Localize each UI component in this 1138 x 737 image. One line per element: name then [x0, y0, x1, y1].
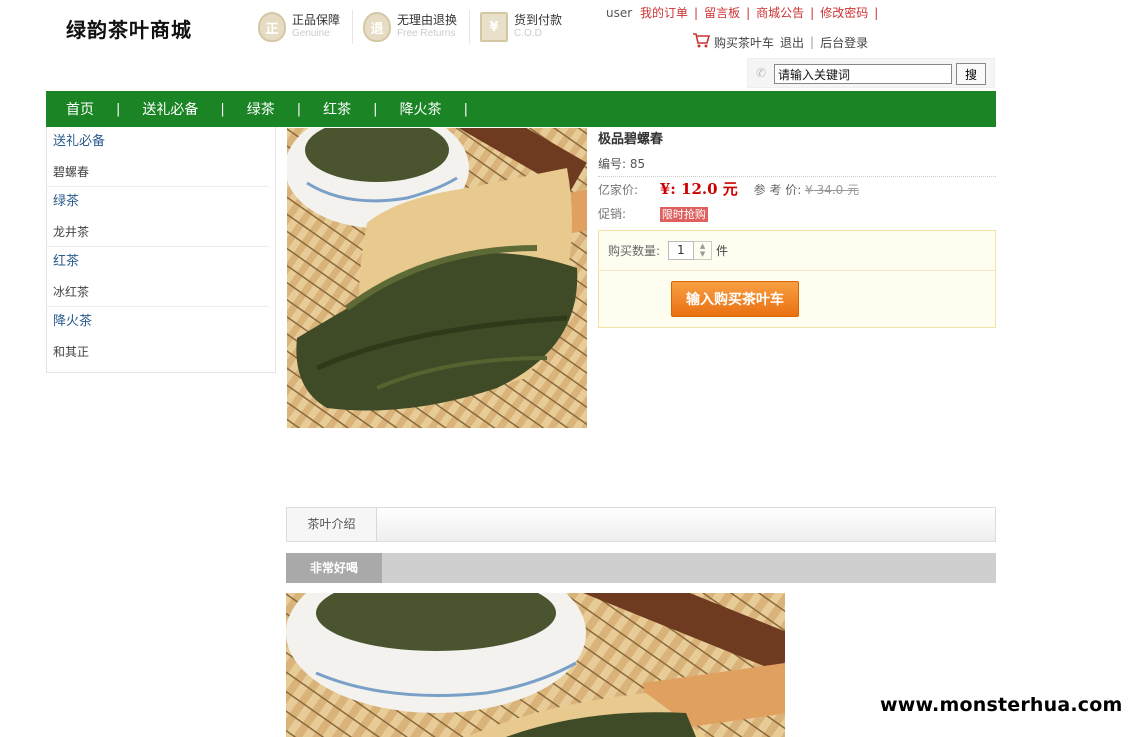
quantity-stepper[interactable]: ▲ ▼: [694, 241, 713, 260]
stepper-up-icon[interactable]: ▲: [694, 242, 711, 251]
nav-separator: |: [463, 101, 468, 117]
description-title: 非常好喝: [286, 553, 382, 583]
genuine-shield-icon: 正: [258, 12, 286, 42]
change-password-link[interactable]: 修改密码: [820, 6, 868, 20]
category-title[interactable]: 绿茶: [47, 187, 275, 217]
tab-tea-intro[interactable]: 茶叶介绍: [287, 508, 377, 541]
cart-icon[interactable]: [692, 32, 711, 52]
category-title[interactable]: 降火茶: [47, 307, 275, 337]
divider: [352, 10, 354, 44]
link-separator: |: [810, 35, 815, 49]
category-title[interactable]: 送礼必备: [47, 127, 275, 157]
message-board-link[interactable]: 留言板: [704, 6, 740, 20]
nav-cooling-tea[interactable]: 降火茶: [400, 99, 442, 119]
category-item[interactable]: 龙井茶: [47, 217, 269, 247]
price-label: 亿家价:: [598, 183, 639, 197]
guarantee-cod-label: 货到付款: [514, 13, 563, 27]
category-item[interactable]: 冰红茶: [47, 277, 269, 307]
watermark: www.monsterhua.com: [880, 694, 1123, 716]
product-id-row: 编号: 85: [598, 152, 996, 177]
guarantee-genuine-en: Genuine: [292, 28, 330, 39]
divider: [469, 10, 471, 44]
admin-login-link[interactable]: 后台登录: [820, 34, 868, 51]
nav-separator: |: [373, 101, 378, 117]
category-title[interactable]: 红茶: [47, 247, 275, 277]
category-gifts: 送礼必备 碧螺春: [47, 127, 275, 187]
search-box: ✆ 搜: [747, 58, 995, 88]
category-cooling-tea: 降火茶 和其正: [47, 307, 275, 367]
quantity-row: 购买数量: 1 ▲ ▼ 件: [599, 231, 995, 271]
promo-label: 促销:: [598, 207, 627, 221]
main-nav: 首页 | 送礼必备 | 绿茶 | 红茶 | 降火茶 |: [46, 91, 996, 127]
quantity-unit: 件: [716, 244, 729, 258]
returns-shield-icon: 退: [363, 12, 392, 42]
product-id: 85: [629, 157, 646, 171]
promo-row: 促销: 限时抢购: [598, 202, 996, 227]
nav-separator: |: [296, 101, 302, 117]
add-to-cart-button[interactable]: 输入购买茶叶车: [671, 281, 799, 317]
username: user: [606, 6, 633, 20]
guarantee-cod-en: C.O.D: [514, 28, 542, 39]
quantity-label: 购买数量:: [608, 244, 661, 258]
nav-separator: |: [116, 101, 121, 117]
product-name: 极品碧螺春: [598, 132, 664, 147]
stepper-down-icon[interactable]: ▼: [694, 251, 711, 260]
nav-black-tea[interactable]: 红茶: [323, 99, 351, 119]
guarantee-returns-en: Free Returns: [397, 28, 456, 39]
promo-badge: 限时抢购: [659, 207, 708, 222]
top-links: user 我的订单 | 留言板 | 商城公告 | 修改密码 |: [606, 4, 884, 21]
product-image: [287, 128, 587, 428]
search-button[interactable]: 搜: [956, 63, 986, 85]
nav-home[interactable]: 首页: [66, 99, 94, 119]
category-green-tea: 绿茶 龙井茶: [47, 187, 275, 247]
cod-icon: ¥: [480, 12, 509, 42]
nav-gifts[interactable]: 送礼必备: [142, 99, 198, 119]
search-input[interactable]: [774, 64, 952, 84]
category-item[interactable]: 碧螺春: [47, 157, 269, 187]
guarantee-genuine-label: 正品保障: [292, 13, 341, 27]
guarantee-returns: 退 无理由退换 Free Returns: [363, 10, 457, 44]
nav-separator: |: [220, 101, 225, 117]
guarantee-genuine: 正 正品保障 Genuine: [258, 10, 340, 44]
phone-icon: ✆: [756, 66, 767, 80]
detail-tabs: 茶叶介绍: [286, 507, 996, 542]
category-sidebar: 送礼必备 碧螺春 绿茶 龙井茶 红茶 冰红茶 降火茶 和其正: [46, 127, 276, 373]
cart-link[interactable]: 购买茶叶车: [714, 34, 774, 51]
reference-price-label: 参 考 价:: [753, 183, 802, 197]
guarantee-badges: 正 正品保障 Genuine 退 无理由退换 Free Returns ¥ 货到…: [258, 10, 574, 44]
logout-link[interactable]: 退出: [780, 34, 804, 51]
nav-green-tea[interactable]: 绿茶: [247, 99, 275, 119]
link-separator: |: [694, 6, 699, 20]
link-separator: |: [810, 6, 815, 20]
product-id-label: 编号:: [598, 157, 627, 171]
reference-price: ¥ 34.0 元: [805, 183, 860, 197]
guarantee-cod: ¥ 货到付款 C.O.D: [480, 10, 562, 44]
category-item[interactable]: 和其正: [47, 337, 269, 367]
site-logo[interactable]: 绿韵茶叶商城: [66, 14, 192, 43]
my-orders-link[interactable]: 我的订单: [640, 6, 688, 20]
product-price: ¥: 12.0 元: [659, 180, 738, 198]
guarantee-returns-label: 无理由退换: [397, 13, 458, 27]
category-black-tea: 红茶 冰红茶: [47, 247, 275, 307]
description-image: [286, 593, 785, 737]
price-row: 亿家价: ¥: 12.0 元 参 考 价: ¥ 34.0 元: [598, 177, 996, 202]
product-info: 极品碧螺春 编号: 85 亿家价: ¥: 12.0 元 参 考 价: ¥ 34.…: [598, 128, 996, 328]
link-separator: |: [874, 6, 879, 20]
description-header: 非常好喝: [286, 553, 996, 583]
cart-line: 购买茶叶车 退出 | 后台登录: [692, 32, 874, 52]
quantity-input[interactable]: 1: [668, 241, 695, 260]
buy-box: 购买数量: 1 ▲ ▼ 件 输入购买茶叶车: [598, 230, 996, 328]
announcements-link[interactable]: 商城公告: [756, 6, 804, 20]
link-separator: |: [746, 6, 751, 20]
